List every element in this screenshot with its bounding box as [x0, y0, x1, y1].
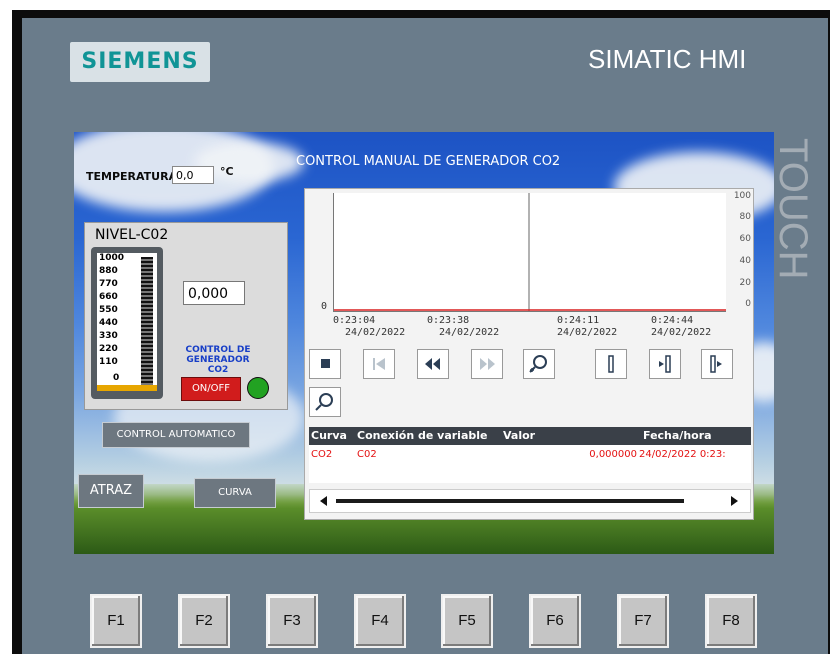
gauge-tick: 550 — [99, 305, 118, 315]
x-tick: 0:23:04 24/02/2022 — [333, 315, 405, 339]
scroll-right-icon[interactable] — [731, 496, 738, 506]
hmi-screen: TEMPERATURA 0,0 °C CONTROL MANUAL DE GEN… — [74, 132, 774, 554]
f8-key[interactable]: F8 — [705, 594, 757, 648]
header-datetime: Fecha/hora — [643, 429, 712, 442]
stop-icon — [321, 359, 330, 368]
forward-icon — [480, 358, 495, 370]
curve-button[interactable]: CURVA — [194, 478, 276, 508]
ruler-icon — [608, 355, 614, 373]
gauge-scale: 1000 880 770 660 550 440 330 220 110 0 — [97, 253, 157, 391]
x-tick-date: 24/02/2022 — [651, 327, 712, 338]
row-datetime: 24/02/2022 0:23: — [639, 449, 726, 460]
gauge-tick: 330 — [99, 331, 118, 341]
scroll-left-icon[interactable] — [320, 496, 327, 506]
temperature-label: TEMPERATURA — [86, 170, 178, 183]
gauge-bar — [141, 257, 153, 387]
trend-legend-table: Curva Conexión de variable Valor Fecha/h… — [309, 427, 751, 483]
gauge-level-fill — [97, 385, 157, 391]
x-tick: 0:23:38 24/02/2022 — [427, 315, 499, 339]
back-button[interactable]: ATRAZ — [78, 474, 144, 508]
nivel-panel: NIVEL-C02 1000 880 770 660 550 440 330 2… — [84, 222, 288, 410]
rewind-icon — [425, 358, 440, 370]
ruler-back-button[interactable] — [649, 349, 681, 379]
f5-key[interactable]: F5 — [441, 594, 493, 648]
y-tick: 20 — [739, 278, 751, 288]
zoom-in-button[interactable] — [523, 349, 555, 379]
header-curve: Curva — [311, 429, 347, 442]
gauge-tick: 220 — [99, 344, 118, 354]
control-generator-label: CONTROL DE GENERADOR CO2 — [185, 345, 251, 375]
legend-header: Curva Conexión de variable Valor Fecha/h… — [309, 427, 751, 445]
y-tick: 60 — [739, 234, 751, 244]
header-value: Valor — [503, 429, 536, 442]
touch-label: TOUCH — [771, 138, 815, 280]
y-tick: 40 — [739, 256, 751, 266]
table-row[interactable]: CO2 C02 0,000000 24/02/2022 0:23: — [309, 447, 751, 463]
trend-plot — [333, 193, 726, 312]
first-icon — [373, 358, 385, 370]
header-connection: Conexión de variable — [357, 429, 488, 442]
row-value: 0,000000 — [589, 449, 637, 460]
f6-key[interactable]: F6 — [529, 594, 581, 648]
f7-key[interactable]: F7 — [617, 594, 669, 648]
gauge-tick: 1000 — [99, 253, 125, 263]
rewind-button[interactable] — [417, 349, 449, 379]
f3-key[interactable]: F3 — [266, 594, 318, 648]
temperature-field[interactable]: 0,0 — [172, 166, 214, 184]
gauge-tick: 660 — [99, 292, 118, 302]
ruler-forward-icon — [710, 355, 722, 373]
x-tick-time: 0:23:04 — [333, 315, 376, 326]
trend-svg — [334, 193, 726, 311]
f1-key[interactable]: F1 — [90, 594, 142, 648]
ruler-forward-button[interactable] — [701, 349, 733, 379]
f2-key[interactable]: F2 — [178, 594, 230, 648]
y-tick: 80 — [739, 212, 751, 222]
trend-view: 100 80 60 40 20 0 0 0:23:04 24/02/2022 0:… — [304, 188, 754, 520]
ruler-back-icon — [659, 355, 671, 373]
y-tick: 0 — [745, 299, 751, 309]
x-tick-date: 24/02/2022 — [439, 327, 500, 338]
siemens-logo: SIEMENS — [70, 42, 210, 82]
brand-text: SIEMENS — [81, 49, 199, 74]
stop-button[interactable] — [309, 349, 341, 379]
zoom-icon — [315, 393, 333, 411]
forward-button[interactable] — [471, 349, 503, 379]
x-tick: 0:24:11 24/02/2022 — [557, 315, 617, 339]
row-connection: C02 — [357, 449, 377, 460]
temperature-unit: °C — [220, 165, 234, 178]
x-tick-time: 0:23:38 — [427, 315, 470, 326]
x-tick-time: 0:24:44 — [651, 315, 694, 326]
x-tick-date: 24/02/2022 — [345, 327, 406, 338]
scrollbar-svg — [320, 496, 738, 506]
ruler-button[interactable] — [595, 349, 627, 379]
row-curve: CO2 — [311, 449, 333, 460]
gauge-tick: 770 — [99, 279, 118, 289]
first-button[interactable] — [363, 349, 395, 379]
gauge-tick: 110 — [99, 357, 118, 367]
x-tick-time: 0:24:11 — [557, 315, 600, 326]
simatic-hmi-label: SIMATIC HMI — [588, 44, 747, 74]
page-title: CONTROL MANUAL DE GENERADOR CO2 — [296, 154, 561, 169]
y-tick: 100 — [733, 191, 751, 201]
nivel-value-field[interactable]: 0,000 — [183, 281, 245, 305]
onoff-button[interactable]: ON/OFF — [181, 377, 241, 401]
auto-control-button[interactable]: CONTROL AUTOMATICO — [102, 422, 250, 448]
gauge-tick: 0 — [113, 373, 120, 383]
zoom-in-icon — [529, 355, 547, 373]
gauge-tick: 440 — [99, 318, 118, 328]
f4-key[interactable]: F4 — [354, 594, 406, 648]
x-tick-date: 24/02/2022 — [557, 327, 618, 338]
level-gauge: 1000 880 770 660 550 440 330 220 110 0 — [91, 247, 163, 399]
x-tick: 0:24:44 24/02/2022 — [651, 315, 711, 339]
status-led — [247, 377, 269, 399]
zoom-button[interactable] — [309, 387, 341, 417]
y-tick-left: 0 — [321, 301, 328, 312]
nivel-title: NIVEL-C02 — [95, 227, 169, 243]
horizontal-scrollbar[interactable] — [309, 489, 751, 513]
gauge-tick: 880 — [99, 266, 118, 276]
